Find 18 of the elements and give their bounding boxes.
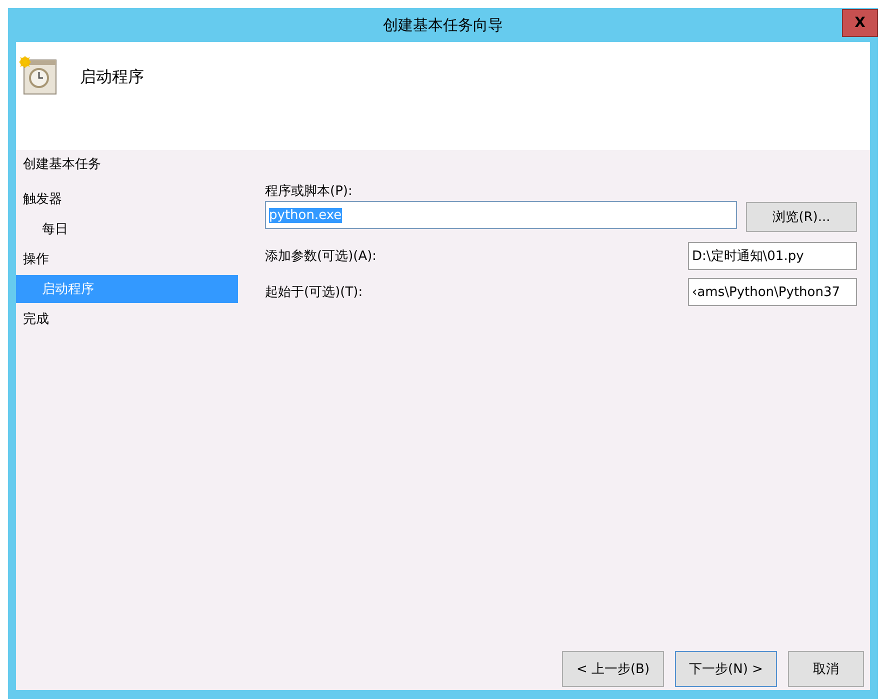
browse-button[interactable]: 浏览(R)... [746,202,857,232]
nav-item[interactable]: 操作 [16,244,238,274]
nav-item[interactable]: 每日 [16,215,238,243]
field-label: 程序或脚本(P): [265,183,354,201]
nav-item[interactable]: 完成 [16,304,238,334]
page-heading: 启动程序 [80,67,144,88]
wizard-button[interactable]: 下一步(N) > [675,651,777,687]
calendar-clock-icon [18,56,58,96]
field-label: 添加参数(可选)(A): [265,248,377,265]
close-button[interactable]: X [842,9,878,37]
nav-item[interactable]: 触发器 [16,184,238,214]
window-title: 创建基本任务向导 [383,16,503,34]
wizard-button[interactable]: < 上一步(B) [562,651,664,687]
input-field[interactable]: ‹ams\Python\Python37 [688,278,857,306]
nav-heading: 创建基本任务 [22,156,102,174]
field-label: 起始于(可选)(T): [265,284,363,301]
wizard-button[interactable]: 取消 [788,651,864,687]
input-field[interactable]: D:\定时通知\01.py [688,242,857,270]
